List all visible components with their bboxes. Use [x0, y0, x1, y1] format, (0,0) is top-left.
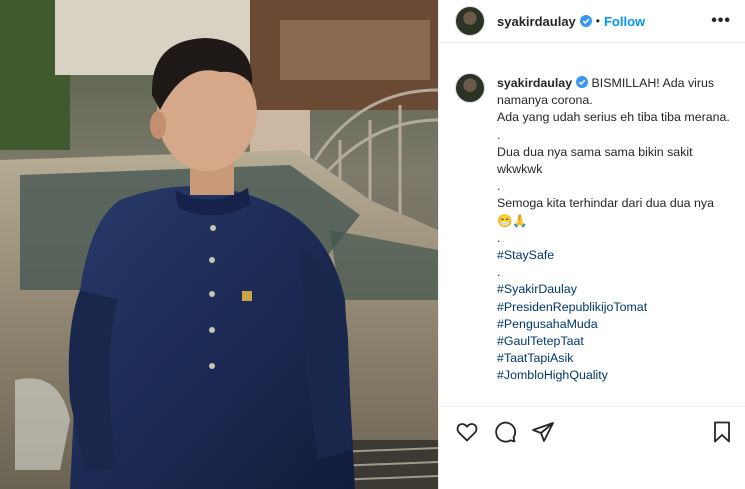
caption-username[interactable]: syakirdaulay [497, 76, 572, 90]
caption-section: syakirdaulay BISMILLAH! Ada virus namany… [439, 43, 745, 385]
hashtag-link[interactable]: #SyakirDaulay [497, 281, 731, 298]
save-button[interactable] [710, 420, 734, 444]
hashtag-link[interactable]: #PengusahaMuda [497, 316, 731, 333]
caption-line: Dua dua nya sama sama bikin sakit wkwkwk [497, 144, 697, 177]
comment-button[interactable] [493, 420, 517, 444]
photo-illustration [0, 0, 438, 489]
share-button[interactable] [531, 420, 555, 444]
caption-line: . [497, 230, 501, 245]
caption-line: . [497, 265, 501, 280]
caption-line-first: syakirdaulay BISMILLAH! Ada virus namany… [497, 75, 731, 109]
action-bar [439, 406, 745, 456]
caption-line: . [497, 179, 501, 194]
header-username[interactable]: syakirdaulay [497, 14, 576, 29]
comment-icon [495, 421, 517, 443]
more-options-icon[interactable]: ••• [711, 12, 731, 30]
bookmark-icon [714, 421, 730, 442]
hashtag-link[interactable]: #StaySafe [497, 247, 731, 264]
follow-button[interactable]: Follow [604, 14, 645, 29]
like-button[interactable] [455, 420, 479, 444]
verified-badge-icon [576, 76, 589, 88]
post-side-panel: syakirdaulay • Follow ••• syakirdaulay B… [438, 0, 745, 489]
caption-text: syakirdaulay BISMILLAH! Ada virus namany… [497, 75, 731, 385]
caption-line: Semoga kita terhindar dari dua dua nya 😁… [497, 196, 718, 228]
avatar[interactable] [455, 6, 485, 36]
caption-line: . [497, 127, 501, 142]
caption-avatar[interactable] [455, 73, 485, 103]
caption-line: Ada yang udah serius eh tiba tiba merana… [497, 110, 730, 125]
hashtag-link[interactable]: #PresidenRepublikijoTomat [497, 299, 731, 316]
separator-dot: • [595, 14, 600, 28]
post-photo[interactable] [0, 0, 438, 489]
post-header: syakirdaulay • Follow ••• [439, 0, 745, 43]
hashtag-link[interactable]: #TaatTapiAsik [497, 350, 731, 367]
hashtag-link[interactable]: #JombloHighQuality [497, 367, 731, 384]
verified-badge-icon [579, 15, 592, 27]
heart-icon [456, 422, 478, 442]
hashtag-link[interactable]: #GaulTetepTaat [497, 333, 731, 350]
paper-plane-icon [532, 421, 554, 442]
